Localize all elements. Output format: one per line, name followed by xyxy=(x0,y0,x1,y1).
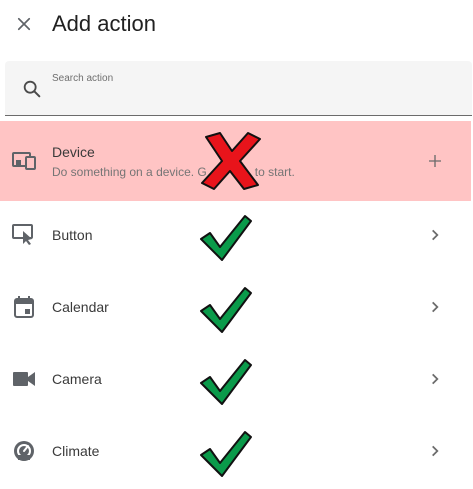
search-icon xyxy=(23,80,41,98)
dialog-header: Add action xyxy=(0,0,473,50)
green-check-mark xyxy=(200,359,252,405)
chevron-right-icon xyxy=(424,368,446,390)
green-check-mark xyxy=(200,287,252,333)
chevron-right-icon xyxy=(424,296,446,318)
list-item-label: Button xyxy=(52,227,93,243)
list-item-label: Camera xyxy=(52,371,102,387)
action-list: Device Do something on a device. Gto sta… xyxy=(0,121,473,489)
climate-icon xyxy=(12,439,36,463)
green-check-mark xyxy=(200,215,252,261)
list-item-device[interactable]: Device Do something on a device. Gto sta… xyxy=(0,121,471,201)
search-placeholder: Search action xyxy=(52,73,114,84)
camera-icon xyxy=(12,367,36,391)
close-button[interactable] xyxy=(8,8,40,40)
list-item-camera[interactable]: Camera xyxy=(0,345,471,417)
green-check-mark xyxy=(200,431,252,477)
close-icon xyxy=(17,17,31,31)
list-item-button[interactable]: Button xyxy=(0,201,471,273)
button-press-icon xyxy=(12,223,36,247)
calendar-icon xyxy=(12,295,36,319)
list-item-climate[interactable]: Climate xyxy=(0,417,471,489)
plus-icon[interactable] xyxy=(424,150,446,172)
red-x-mark xyxy=(201,132,261,190)
device-icon xyxy=(12,149,36,173)
list-item-label: Device xyxy=(52,144,95,160)
list-item-label: Climate xyxy=(52,443,100,459)
chevron-right-icon xyxy=(424,440,446,462)
page-title: Add action xyxy=(52,11,156,36)
chevron-right-icon xyxy=(424,224,446,246)
search-field[interactable]: Search action xyxy=(5,61,472,116)
list-item-calendar[interactable]: Calendar xyxy=(0,273,471,345)
list-item-label: Calendar xyxy=(52,299,109,315)
